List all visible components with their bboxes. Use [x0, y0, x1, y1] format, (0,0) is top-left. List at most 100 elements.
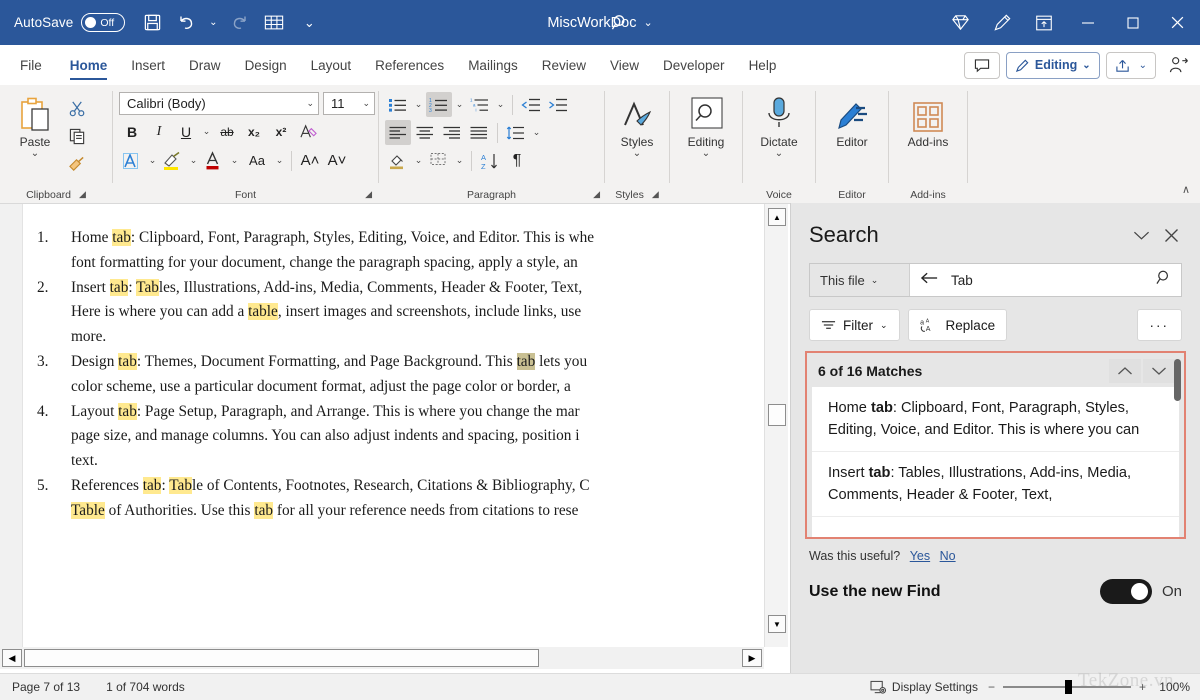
zoom-in-button[interactable]: +: [1139, 680, 1146, 694]
search-icon[interactable]: [600, 0, 640, 45]
filter-button[interactable]: Filter ⌄: [809, 309, 900, 341]
tab-file[interactable]: File: [0, 45, 58, 85]
bold-button[interactable]: B: [119, 119, 145, 144]
chevron-down-icon[interactable]: [1126, 221, 1156, 249]
tab-help[interactable]: Help: [737, 45, 789, 85]
font-name-combobox[interactable]: Calibri (Body) ⌄: [119, 92, 319, 115]
italic-button[interactable]: I: [146, 119, 172, 144]
zoom-slider-thumb[interactable]: [1064, 680, 1072, 695]
paste-button[interactable]: Paste ⌄: [6, 90, 64, 159]
vertical-scroll-thumb[interactable]: [768, 404, 786, 426]
autosave-toggle[interactable]: Off: [81, 13, 126, 32]
search-input-wrapper[interactable]: Tab: [910, 264, 1181, 296]
numbered-list-button[interactable]: 1 2 3: [426, 92, 452, 117]
clipboard-dialog-launcher[interactable]: ◢: [79, 189, 86, 200]
paragraph-marks-button[interactable]: ¶: [504, 148, 530, 173]
replace-button[interactable]: a A A Replace: [907, 309, 1008, 341]
title-caret-icon[interactable]: ⌄: [643, 16, 652, 29]
editing-group-caret-icon[interactable]: ⌄: [702, 149, 710, 159]
copy-button[interactable]: [64, 124, 90, 148]
maximize-button[interactable]: [1110, 0, 1155, 45]
tab-draw[interactable]: Draw: [177, 45, 233, 85]
change-case-caret-icon[interactable]: ⌄: [273, 150, 286, 172]
multilevel-list-button[interactable]: 1 a i: [467, 92, 493, 117]
pen-annotate-icon[interactable]: [981, 0, 1023, 45]
tab-review[interactable]: Review: [530, 45, 598, 85]
bullet-list-button[interactable]: [385, 92, 411, 117]
undo-icon[interactable]: [169, 7, 203, 39]
feedback-yes-link[interactable]: Yes: [910, 549, 930, 563]
table-icon[interactable]: [257, 7, 291, 39]
line-spacing-caret-icon[interactable]: ⌄: [530, 122, 543, 144]
document-page[interactable]: 1. Home tab: Clipboard, Font, Paragraph, …: [22, 204, 762, 647]
scroll-right-button[interactable]: ▶: [742, 649, 762, 667]
dictate-caret-icon[interactable]: ⌄: [775, 149, 783, 159]
customize-quick-access-icon[interactable]: ⌄: [299, 7, 319, 39]
more-options-button[interactable]: ···: [1136, 309, 1182, 341]
editing-button[interactable]: Editing ⌄: [677, 90, 735, 159]
search-result-item[interactable]: Home tab: Clipboard, Font, Paragraph, St…: [812, 387, 1179, 452]
previous-match-button[interactable]: [1109, 359, 1141, 383]
search-scope-dropdown[interactable]: This file ⌄: [810, 264, 910, 296]
tab-design[interactable]: Design: [233, 45, 299, 85]
collapse-ribbon-button[interactable]: ∧: [1182, 183, 1190, 196]
align-center-button[interactable]: [412, 120, 438, 145]
cut-button[interactable]: [64, 96, 90, 120]
borders-caret-icon[interactable]: ⌄: [453, 150, 466, 172]
text-highlight-caret-icon[interactable]: ⌄: [187, 150, 200, 172]
search-results-list[interactable]: Home tab: Clipboard, Font, Paragraph, St…: [812, 387, 1179, 537]
borders-button[interactable]: [426, 148, 452, 173]
tab-references[interactable]: References: [363, 45, 456, 85]
sort-button[interactable]: A Z: [477, 148, 503, 173]
restore-up-icon[interactable]: [1023, 0, 1065, 45]
word-count[interactable]: 1 of 704 words: [106, 680, 185, 694]
tab-developer[interactable]: Developer: [651, 45, 737, 85]
save-icon[interactable]: [135, 7, 169, 39]
back-arrow-icon[interactable]: [920, 271, 939, 290]
copilot-diamond-icon[interactable]: [939, 0, 981, 45]
font-size-combobox[interactable]: 11 ⌄: [323, 92, 375, 115]
styles-caret-icon[interactable]: ⌄: [633, 149, 641, 159]
feedback-no-link[interactable]: No: [940, 549, 956, 563]
zoom-slider[interactable]: [1002, 680, 1131, 695]
text-effects-button[interactable]: [119, 148, 145, 173]
text-effects-caret-icon[interactable]: ⌄: [146, 150, 159, 172]
tab-layout[interactable]: Layout: [299, 45, 364, 85]
results-scroll-thumb[interactable]: [1174, 359, 1181, 401]
decrease-indent-button[interactable]: [518, 92, 544, 117]
minimize-button[interactable]: [1065, 0, 1110, 45]
page-indicator[interactable]: Page 7 of 13: [12, 680, 80, 694]
zoom-out-button[interactable]: −: [988, 680, 995, 694]
line-spacing-button[interactable]: [503, 120, 529, 145]
align-right-button[interactable]: [439, 120, 465, 145]
justify-button[interactable]: [466, 120, 492, 145]
underline-button[interactable]: U: [173, 119, 199, 144]
align-left-button[interactable]: [385, 120, 411, 145]
paragraph-dialog-launcher[interactable]: ◢: [593, 189, 600, 200]
shading-button[interactable]: [385, 148, 411, 173]
tab-home[interactable]: Home: [58, 45, 120, 85]
editor-button[interactable]: Editor: [823, 90, 881, 149]
dictate-button[interactable]: Dictate ⌄: [750, 90, 808, 159]
font-color-button[interactable]: [201, 148, 227, 173]
multilevel-list-caret-icon[interactable]: ⌄: [494, 94, 507, 116]
styles-button[interactable]: Styles ⌄: [611, 90, 663, 159]
font-dialog-launcher[interactable]: ◢: [365, 189, 372, 200]
font-color-caret-icon[interactable]: ⌄: [228, 150, 241, 172]
search-icon[interactable]: [1156, 269, 1173, 291]
scroll-left-button[interactable]: ◀: [2, 649, 22, 667]
numbered-list-caret-icon[interactable]: ⌄: [453, 94, 466, 116]
text-highlight-button[interactable]: [160, 148, 186, 173]
increase-indent-button[interactable]: [545, 92, 571, 117]
next-match-button[interactable]: [1143, 359, 1175, 383]
document-horizontal-scrollbar[interactable]: ◀ ▶: [0, 647, 764, 669]
display-settings-button[interactable]: Display Settings: [870, 680, 978, 695]
document-vertical-scrollbar[interactable]: ▲ ▼: [764, 204, 788, 647]
tab-view[interactable]: View: [598, 45, 651, 85]
close-button[interactable]: [1155, 0, 1200, 45]
horizontal-scroll-thumb[interactable]: [24, 649, 539, 667]
bullet-list-caret-icon[interactable]: ⌄: [412, 94, 425, 116]
clear-formatting-button[interactable]: [295, 119, 321, 144]
tab-mailings[interactable]: Mailings: [456, 45, 530, 85]
scroll-down-button[interactable]: ▼: [768, 615, 786, 633]
